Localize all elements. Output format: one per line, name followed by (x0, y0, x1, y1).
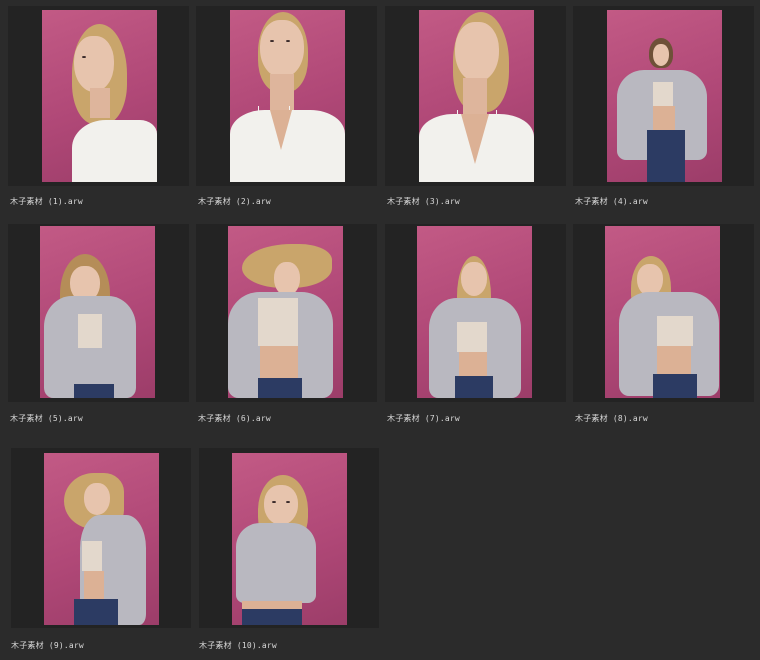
thumbnail-item[interactable]: 木子素材 (10).arw (199, 448, 380, 654)
thumbnail-caption: 木子素材 (9).arw (11, 641, 84, 650)
thumbnail-frame[interactable] (196, 6, 377, 186)
thumbnail-caption: 木子素材 (5).arw (10, 414, 83, 423)
thumbnail-item[interactable]: 木子素材 (4).arw (573, 6, 754, 212)
thumbnail-caption: 木子素材 (6).arw (198, 414, 271, 423)
thumbnail-frame[interactable] (8, 224, 189, 402)
thumbnail-item[interactable]: 木子素材 (2).arw (196, 6, 377, 212)
thumbnail-caption: 木子素材 (4).arw (575, 197, 648, 206)
thumbnail-frame[interactable] (8, 6, 189, 186)
thumbnail-frame[interactable] (196, 224, 377, 402)
thumbnail-item[interactable]: 木子素材 (8).arw (573, 224, 754, 430)
thumbnail-grid: 木子素材 (1).arw 木子素材 (2).arw 木子素材 (3).arw 木… (0, 0, 760, 660)
thumbnail-caption: 木子素材 (1).arw (10, 197, 83, 206)
thumbnail-frame[interactable] (385, 6, 566, 186)
thumbnail-image[interactable] (417, 226, 532, 398)
thumbnail-image[interactable] (230, 10, 345, 182)
thumbnail-item[interactable]: 木子素材 (1).arw (8, 6, 189, 212)
thumbnail-image[interactable] (44, 453, 159, 625)
thumbnail-frame[interactable] (11, 448, 191, 628)
thumbnail-frame[interactable] (199, 448, 379, 628)
thumbnail-caption: 木子素材 (10).arw (199, 641, 277, 650)
thumbnail-caption: 木子素材 (3).arw (387, 197, 460, 206)
thumbnail-image[interactable] (232, 453, 347, 625)
thumbnail-image[interactable] (607, 10, 722, 182)
thumbnail-image[interactable] (42, 10, 157, 182)
thumbnail-image[interactable] (40, 226, 155, 398)
thumbnail-item[interactable]: 木子素材 (5).arw (8, 224, 189, 430)
thumbnail-item[interactable]: 木子素材 (9).arw (11, 448, 192, 654)
thumbnail-frame[interactable] (573, 6, 754, 186)
thumbnail-caption: 木子素材 (7).arw (387, 414, 460, 423)
thumbnail-caption: 木子素材 (8).arw (575, 414, 648, 423)
thumbnail-item[interactable]: 木子素材 (6).arw (196, 224, 377, 430)
thumbnail-image[interactable] (605, 226, 720, 398)
thumbnail-frame[interactable] (385, 224, 566, 402)
thumbnail-caption: 木子素材 (2).arw (198, 197, 271, 206)
thumbnail-frame[interactable] (573, 224, 754, 402)
thumbnail-image[interactable] (228, 226, 343, 398)
thumbnail-item[interactable]: 木子素材 (3).arw (385, 6, 566, 212)
thumbnail-image[interactable] (419, 10, 534, 182)
thumbnail-item[interactable]: 木子素材 (7).arw (385, 224, 566, 430)
